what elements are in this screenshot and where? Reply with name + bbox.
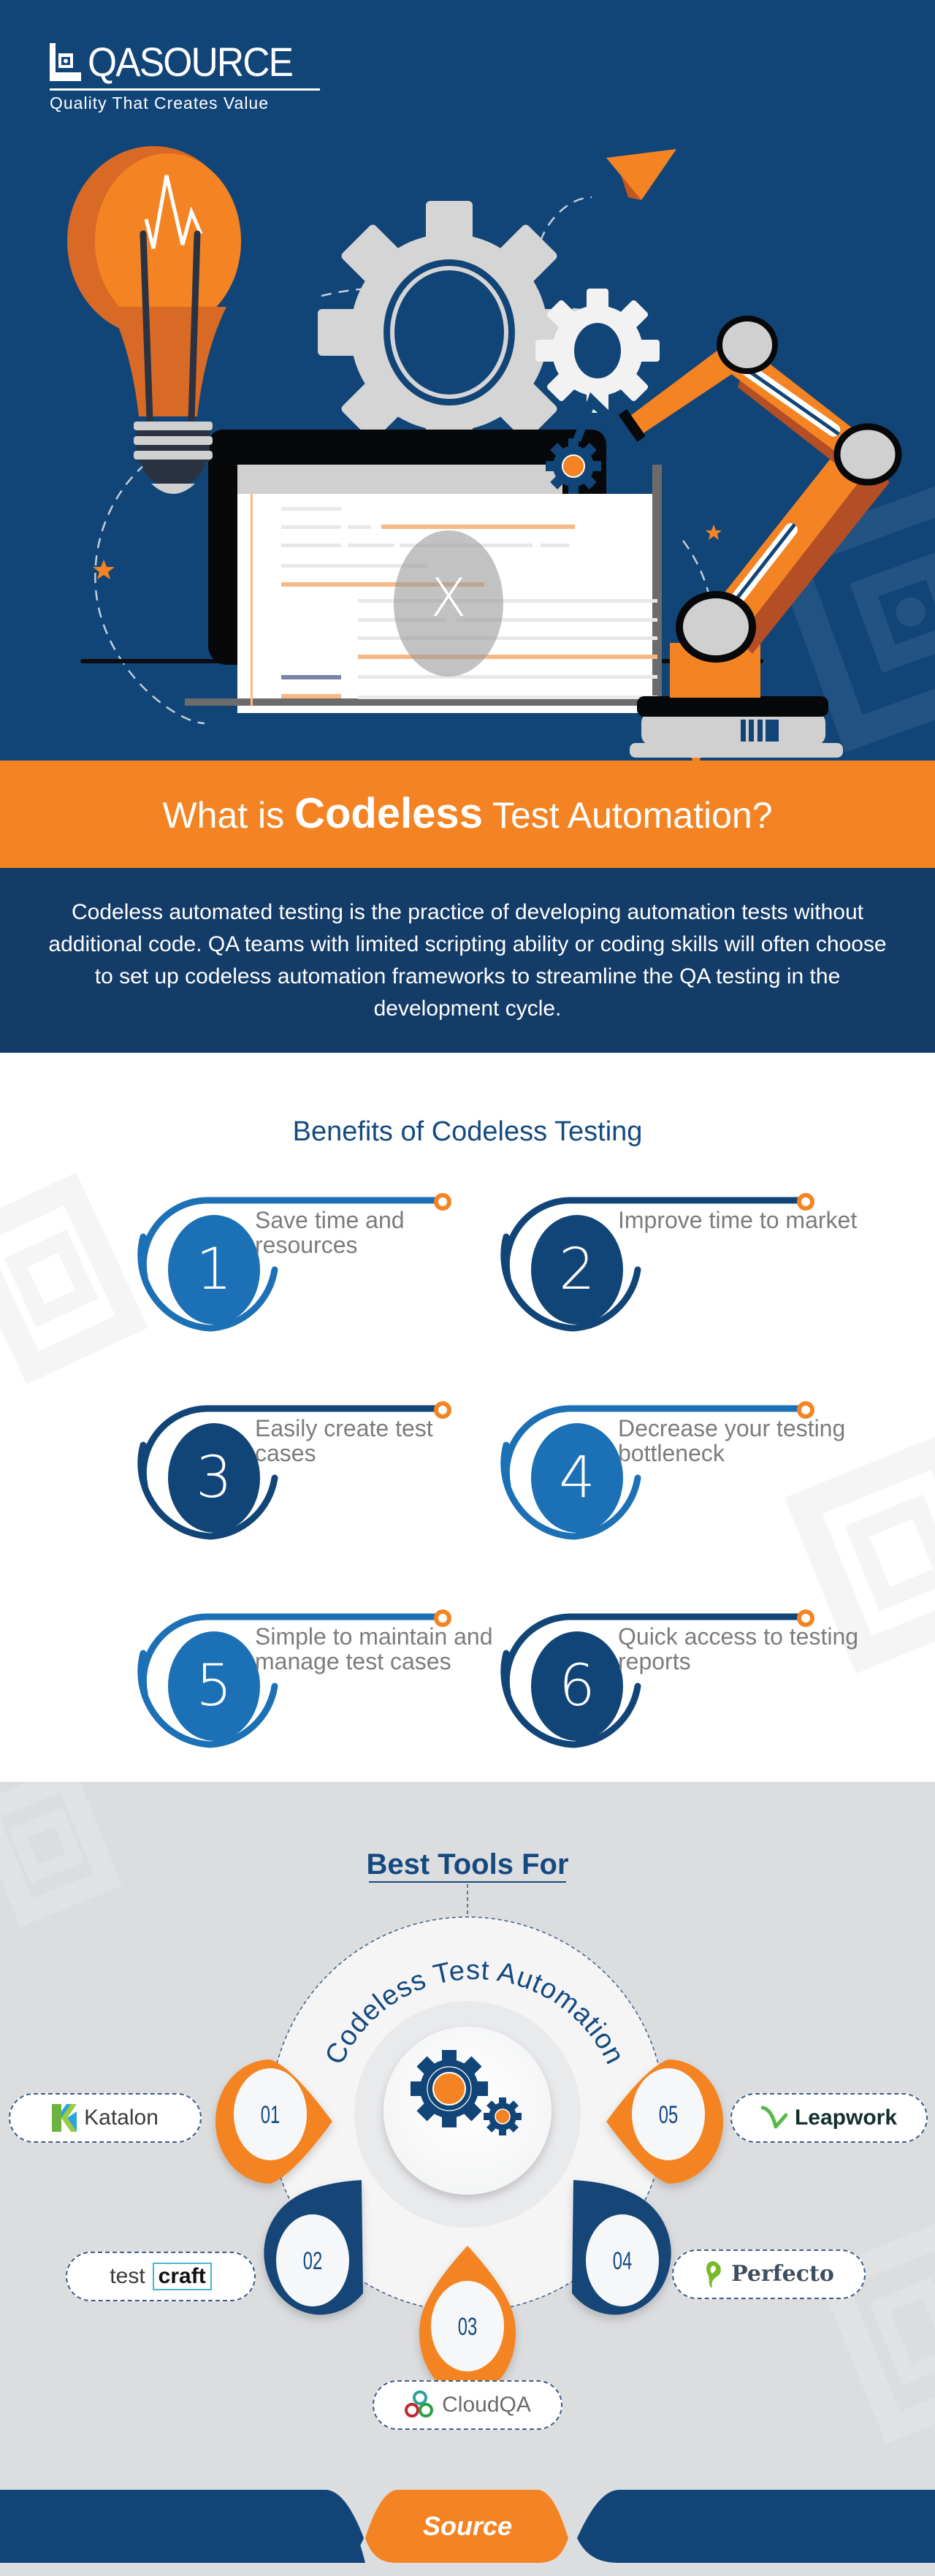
pin-label-01: 01 — [260, 2101, 280, 2129]
pin-label-05: 05 — [658, 2101, 679, 2129]
benefit-number: 1 — [196, 1237, 232, 1303]
benefit-text: Simple to maintain and manage test cases — [255, 1623, 493, 1674]
benefit-text: Improve time to market — [618, 1207, 858, 1233]
benefit-item: 6 Quick access to testing reports — [486, 1602, 858, 1748]
tool-name: Perfecto — [731, 2261, 834, 2287]
intro-band: Codeless automated testing is the practi… — [0, 868, 935, 1053]
pin-label-04: 04 — [612, 2247, 633, 2275]
benefit-item: 2 Improve time to market — [486, 1186, 857, 1332]
large-gear-icon — [318, 201, 581, 464]
perfecto-logo-icon — [706, 2261, 722, 2287]
paper-plane-icon — [606, 149, 676, 200]
benefit-item: 4 Decrease your testing bottleneck — [486, 1394, 851, 1540]
tool-name-part-1: test — [110, 2264, 145, 2288]
benefits-section: Benefits of Codeless Testing 1 Save time … — [0, 1053, 935, 1782]
benefit-text: Easily create test cases — [255, 1415, 433, 1466]
title-prefix: What is — [162, 794, 295, 836]
katalon-logo-icon — [52, 2104, 77, 2132]
tool-name-part-2: craft — [152, 2263, 212, 2290]
benefit-item: 5 Simple to maintain and manage test case… — [123, 1602, 493, 1748]
pin-label-02: 02 — [302, 2247, 323, 2275]
benefit-number: 6 — [559, 1653, 595, 1719]
benefit-item: 3 Easily create test cases — [123, 1394, 488, 1540]
brand-tagline: Quality That Creates Value — [50, 94, 270, 113]
brand-name: QASOURCE — [88, 39, 294, 85]
title-emphasis: Codeless — [294, 789, 483, 837]
hero-section: X QASOURCE Quality That Creates Value — [0, 0, 935, 761]
tool-leapwork[interactable]: Leapwork — [730, 2093, 928, 2143]
benefits-title: Benefits of Codeless Testing — [292, 1116, 643, 1147]
benefit-number: 5 — [196, 1653, 232, 1719]
tool-katalon[interactable]: Katalon — [9, 2093, 202, 2143]
pin-label-03: 03 — [457, 2313, 478, 2341]
benefit-text: Decrease your testing bottleneck — [618, 1415, 846, 1466]
tools-title: Best Tools For — [366, 1848, 569, 1880]
benefit-number: 3 — [196, 1445, 232, 1511]
tool-name: CloudQA — [442, 2393, 531, 2417]
tools-title-underline — [369, 1881, 566, 1883]
tool-perfecto[interactable]: Perfecto — [672, 2249, 866, 2299]
tool-name: Katalon — [84, 2106, 159, 2130]
tool-testcraft[interactable]: test craft — [66, 2252, 256, 2301]
source-button[interactable]: Source — [391, 2512, 544, 2541]
cloudqa-logo-icon — [405, 2390, 434, 2417]
leapwork-logo-icon — [760, 2106, 787, 2129]
footer-band: Source — [0, 2490, 935, 2576]
qasource-logo[interactable]: QASOURCE Quality That Creates Value — [50, 39, 321, 115]
benefit-text: Save time and resources — [255, 1207, 405, 1258]
page-title: What is Codeless Test Automation? — [162, 789, 773, 837]
benefit-number: 2 — [559, 1237, 595, 1303]
logo-mark-icon — [50, 43, 81, 81]
tools-section: Codeless Test Automation Best Tools For … — [0, 1782, 935, 2490]
benefit-item: 1 Save time and resources — [123, 1186, 488, 1332]
tool-name: Leapwork — [794, 2106, 898, 2130]
logo-divider — [50, 88, 320, 91]
benefit-text: Quick access to testing reports — [618, 1623, 859, 1674]
intro-text: Codeless automated testing is the practi… — [48, 899, 887, 1021]
title-band: What is Codeless Test Automation? — [0, 761, 935, 868]
benefit-number: 4 — [559, 1445, 595, 1511]
screen-close-glyph: X — [430, 567, 467, 628]
tool-cloudqa[interactable]: CloudQA — [373, 2380, 562, 2430]
small-gear-icon — [535, 289, 660, 413]
title-suffix: Test Automation? — [482, 794, 773, 836]
